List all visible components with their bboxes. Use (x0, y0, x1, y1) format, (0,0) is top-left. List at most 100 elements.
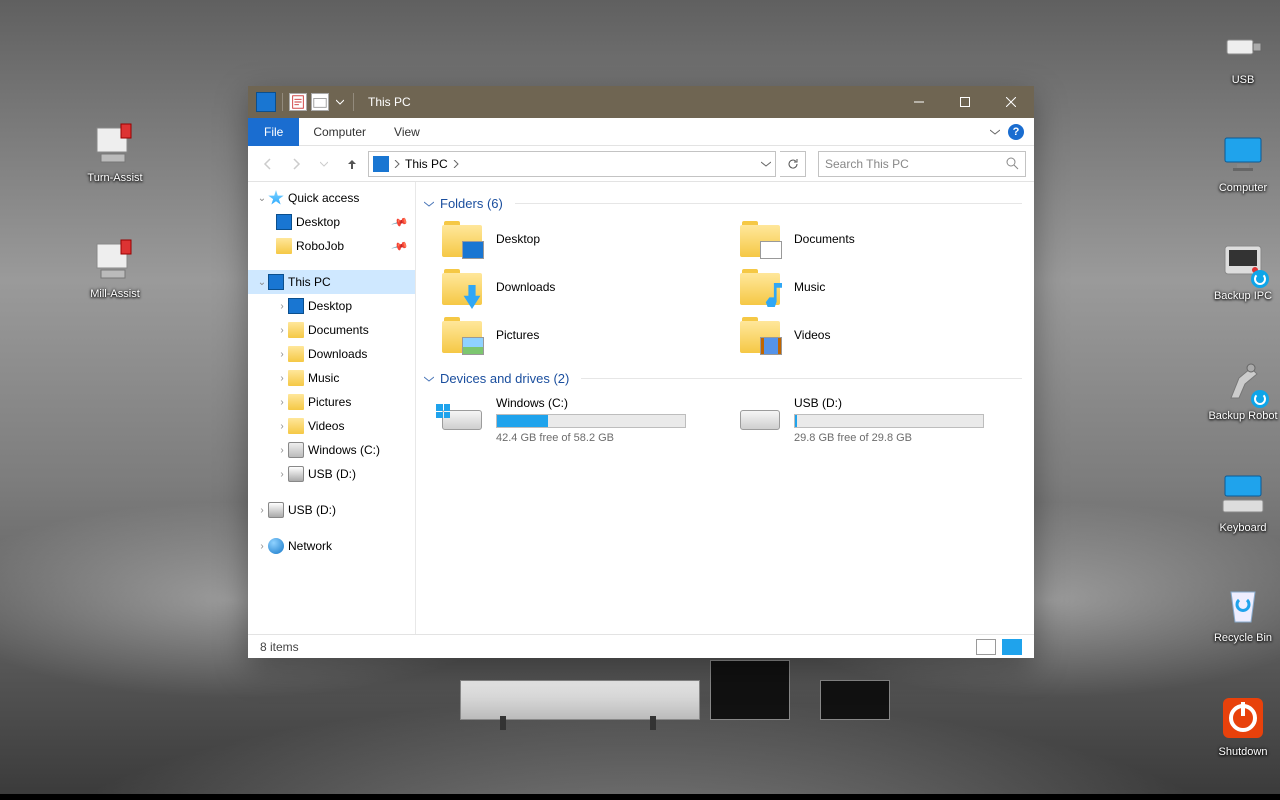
qat-dropdown[interactable] (333, 93, 347, 111)
folder-icon (288, 394, 304, 410)
tree-network[interactable]: ›Network (248, 534, 415, 558)
sync-badge-icon (1251, 270, 1269, 288)
tree-usb-d[interactable]: ›USB (D:) (248, 462, 415, 486)
content-pane[interactable]: Folders (6) Desktop DocumentsDownloads Mus… (416, 182, 1034, 634)
folder-item[interactable]: Downloads (442, 269, 732, 305)
qat-newfolder-icon[interactable] (311, 93, 329, 111)
folder-label: Desktop (496, 232, 540, 246)
back-button[interactable] (256, 152, 280, 176)
view-tab[interactable]: View (380, 118, 434, 146)
desktop-icon-label: Computer (1219, 182, 1267, 194)
desktop-icon-usb[interactable]: USB (1198, 22, 1280, 86)
wallpaper-machine (710, 660, 790, 720)
wallpaper-machine (460, 680, 700, 720)
recent-dropdown[interactable] (312, 152, 336, 176)
desktop-icon-shutdown[interactable]: Shutdown (1198, 694, 1280, 758)
desktop-icon-mill-assist[interactable]: Mill-Assist (70, 236, 160, 300)
nav-tree[interactable]: ⌄Quick access Desktop📌 RoboJob📌 ⌄This PC… (248, 182, 416, 634)
tree-usb-root[interactable]: ›USB (D:) (248, 498, 415, 522)
view-tiles-button[interactable] (1002, 639, 1022, 655)
robot-arm-icon (1219, 358, 1267, 406)
drive-icon (442, 402, 482, 430)
maximize-button[interactable] (942, 86, 988, 118)
monitor-icon (288, 298, 304, 314)
close-button[interactable] (988, 86, 1034, 118)
folder-icon (288, 322, 304, 338)
ipc-icon (1219, 238, 1267, 286)
drive-label: Windows (C:) (496, 396, 732, 410)
address-bar[interactable]: This PC (368, 151, 776, 177)
desktop-icon-computer[interactable]: Computer (1198, 130, 1280, 194)
desktop-icon-backup-ipc[interactable]: Backup IPC (1198, 238, 1280, 302)
usb-drive-icon (288, 466, 304, 482)
tree-this-pc[interactable]: ⌄This PC (248, 270, 415, 294)
file-menu[interactable]: File (248, 118, 299, 146)
drive-free-text: 42.4 GB free of 58.2 GB (496, 432, 732, 444)
drive-item[interactable]: Windows (C:) 42.4 GB free of 58.2 GB (442, 396, 732, 444)
breadcrumb-thispc[interactable]: This PC (405, 157, 448, 171)
minimize-button[interactable] (896, 86, 942, 118)
drive-label: USB (D:) (794, 396, 1030, 410)
computer-tab[interactable]: Computer (299, 118, 380, 146)
folder-item[interactable]: Videos (740, 317, 1030, 353)
folder-overlay-icon (760, 241, 782, 259)
forward-button[interactable] (284, 152, 308, 176)
tree-documents[interactable]: ›Documents (248, 318, 415, 342)
folder-label: Music (794, 280, 825, 294)
desktop-icon-recycle-bin[interactable]: Recycle Bin (1198, 580, 1280, 644)
desktop[interactable]: Turn-Assist Mill-Assist USB Computer Bac… (0, 0, 1280, 800)
qat-properties-icon[interactable] (289, 93, 307, 111)
monitor-icon (1219, 130, 1267, 178)
usb-drive-icon (268, 502, 284, 518)
network-icon (268, 538, 284, 554)
desktop-icon-backup-robot[interactable]: Backup Robot (1198, 358, 1280, 422)
help-button[interactable]: ? (1008, 124, 1024, 140)
tree-pictures[interactable]: ›Pictures (248, 390, 415, 414)
tree-windows-c[interactable]: ›Windows (C:) (248, 438, 415, 462)
window-icon[interactable] (256, 92, 276, 112)
desktop-icon-keyboard[interactable]: Keyboard (1198, 470, 1280, 534)
recycle-bin-icon (1219, 580, 1267, 628)
drive-item[interactable]: USB (D:)29.8 GB free of 29.8 GB (740, 396, 1030, 444)
titlebar[interactable]: This PC (248, 86, 1034, 118)
tree-quick-access[interactable]: ⌄Quick access (248, 186, 415, 210)
nav-toolbar: This PC (248, 146, 1034, 182)
search-input[interactable] (825, 157, 1006, 171)
folder-icon (740, 317, 780, 353)
folder-icon (740, 221, 780, 257)
ribbon-tabs: File Computer View ? (248, 118, 1034, 146)
power-icon (1219, 694, 1267, 742)
folder-icon (288, 418, 304, 434)
explorer-window: This PC File Computer View ? (248, 86, 1034, 658)
wallpaper-machine (820, 680, 890, 720)
desktop-icon-label: Shutdown (1219, 746, 1268, 758)
ribbon-expand[interactable] (990, 127, 1000, 137)
refresh-button[interactable] (780, 151, 806, 177)
pin-icon: 📌 (391, 237, 409, 255)
tree-desktop-pc[interactable]: ›Desktop (248, 294, 415, 318)
desktop-icon-turn-assist[interactable]: Turn-Assist (70, 120, 160, 184)
address-dropdown[interactable] (761, 159, 771, 169)
tree-robojob[interactable]: RoboJob📌 (248, 234, 415, 258)
window-title: This PC (368, 95, 411, 109)
drive-icon (740, 402, 780, 430)
tree-desktop[interactable]: Desktop📌 (248, 210, 415, 234)
search-box[interactable] (818, 151, 1026, 177)
folder-icon (276, 238, 292, 254)
star-icon (268, 190, 284, 206)
folder-item[interactable]: Music (740, 269, 1030, 305)
tree-music[interactable]: ›Music (248, 366, 415, 390)
folder-item[interactable]: Pictures (442, 317, 732, 353)
chevron-right-icon (393, 160, 401, 168)
desktop-icon-label: Recycle Bin (1214, 632, 1272, 644)
sync-badge-icon (1251, 390, 1269, 408)
up-button[interactable] (340, 152, 364, 176)
group-header-folders[interactable]: Folders (6) (416, 190, 1034, 215)
group-header-drives[interactable]: Devices and drives (2) (416, 365, 1034, 390)
chevron-right-icon[interactable] (452, 160, 460, 168)
folder-item[interactable]: Desktop (442, 221, 732, 257)
tree-videos[interactable]: ›Videos (248, 414, 415, 438)
folder-item[interactable]: Documents (740, 221, 1030, 257)
tree-downloads[interactable]: ›Downloads (248, 342, 415, 366)
view-details-button[interactable] (976, 639, 996, 655)
